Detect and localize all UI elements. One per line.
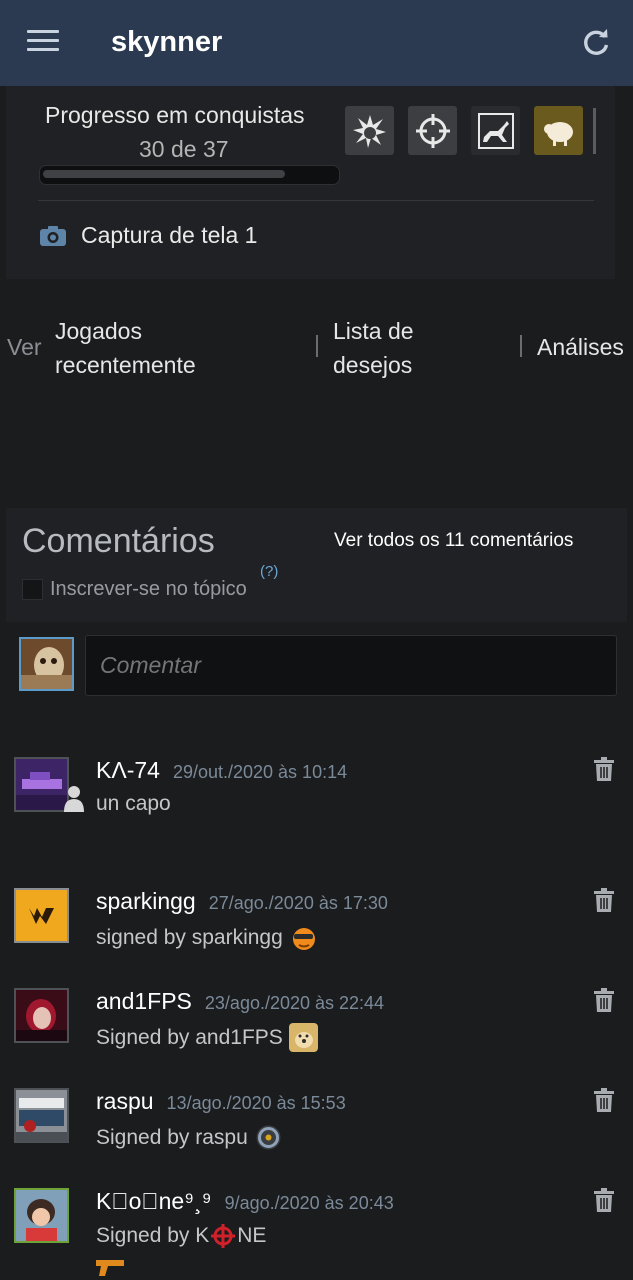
screenshots-label: Captura de tela 1 — [81, 222, 258, 248]
sheep-badge[interactable] — [534, 106, 583, 155]
comment-header: KΛ-74 29/out./2020 às 10:14 — [96, 757, 347, 784]
emoticon-icon — [292, 928, 315, 950]
avatar[interactable] — [14, 757, 69, 812]
nav-reviews[interactable]: Análises — [537, 330, 624, 364]
comment-body: Signed by and1FPS — [96, 1025, 283, 1049]
avatar — [19, 637, 74, 691]
deer-badge[interactable] — [471, 106, 520, 155]
wheel-emoticon-icon — [256, 1125, 281, 1150]
trash-icon[interactable] — [594, 757, 614, 781]
avatar[interactable] — [14, 988, 69, 1043]
comment-author[interactable]: sparkingg — [96, 888, 196, 915]
comment-date: 23/ago./2020 às 22:44 — [204, 993, 385, 1013]
comments-header-panel: Comentários Ver todos os 11 comentários … — [6, 508, 627, 622]
help-icon[interactable]: (?) — [260, 563, 278, 580]
comment-body: signed by sparkingg — [96, 925, 283, 949]
comment-author[interactable]: Kᷧoᷢne⁹¸⁹ — [96, 1188, 212, 1215]
pistol-emoticon-icon — [96, 1260, 124, 1276]
comment-date: 13/ago./2020 às 15:53 — [166, 1093, 346, 1113]
comment-body: Signed by raspu — [96, 1125, 248, 1149]
comment-text: Signed by and1FPS — [96, 1023, 318, 1052]
subscribe-label: Inscrever-se no tópico — [50, 578, 247, 600]
comment-date: 9/ago./2020 às 20:43 — [224, 1193, 394, 1213]
user-status-icon — [64, 786, 84, 812]
doge-emoticon-icon — [288, 1023, 318, 1052]
nav-recently-played[interactable]: Jogados recentemente — [55, 314, 196, 382]
comment-header: sparkingg 27/ago./2020 às 17:30 — [96, 888, 388, 915]
achievements-panel: Progresso em conquistas 30 de 37 Captura… — [6, 86, 615, 279]
nav-separator — [316, 335, 318, 357]
comment-date: 27/ago./2020 às 17:30 — [208, 893, 388, 913]
crosshair-badge[interactable] — [408, 106, 457, 155]
avatar[interactable] — [14, 1188, 69, 1243]
badges-separator — [593, 108, 596, 154]
screenshots-link[interactable]: Captura de tela 1 — [39, 222, 257, 249]
app-title: skynner — [111, 26, 223, 58]
top-bar: skynner — [0, 0, 633, 86]
nav-wishlist-line2: desejos — [333, 352, 413, 378]
menu-icon[interactable] — [27, 30, 59, 54]
comment-author[interactable]: raspu — [96, 1088, 154, 1115]
nav-separator — [520, 335, 522, 357]
nav-wishlist[interactable]: Lista de desejos — [333, 314, 414, 382]
divider — [38, 200, 594, 201]
nav-recent-line1: Jogados — [55, 318, 142, 344]
trash-icon[interactable] — [594, 888, 614, 912]
crosshair-glyph-icon — [211, 1224, 236, 1248]
comment-header: Kᷧoᷢne⁹¸⁹ 9/ago./2020 às 20:43 — [96, 1188, 394, 1215]
subscribe-row[interactable]: Inscrever-se no tópico — [22, 578, 247, 601]
comment-date: 29/out./2020 às 10:14 — [172, 762, 348, 782]
comment-text: Signed by K NE — [96, 1223, 266, 1249]
refresh-icon[interactable] — [581, 28, 611, 58]
trash-icon[interactable] — [594, 988, 614, 1012]
achievements-title[interactable]: Progresso em conquistas — [45, 102, 305, 129]
comment-text: un capo — [96, 792, 171, 816]
comment-author[interactable]: KΛ-74 — [96, 757, 160, 784]
trash-icon[interactable] — [594, 1188, 614, 1212]
comment-author[interactable]: and1FPS — [96, 988, 192, 1015]
comment-body: un capo — [96, 792, 171, 815]
comment-header: and1FPS 23/ago./2020 às 22:44 — [96, 988, 384, 1015]
comment-text: signed by sparkingg — [96, 923, 318, 952]
profile-nav-links: Ver Jogados recentemente Lista de desejo… — [0, 312, 633, 382]
comment-text: Signed by raspu — [96, 1123, 283, 1152]
comments-title: Comentários — [22, 522, 215, 560]
nav-ver-label: Ver — [7, 334, 42, 360]
trash-icon[interactable] — [594, 1088, 614, 1112]
view-all-comments-link[interactable]: Ver todos os 11 comentários — [334, 530, 573, 552]
avatar[interactable] — [14, 1088, 69, 1143]
nav-wishlist-line1: Lista de — [333, 318, 414, 344]
subscribe-checkbox[interactable] — [22, 579, 43, 600]
comment-header: raspu 13/ago./2020 às 15:53 — [96, 1088, 346, 1115]
nav-recent-line2: recentemente — [55, 352, 196, 378]
comment-body: Signed by K — [96, 1224, 210, 1247]
skull-splash-badge[interactable] — [345, 106, 394, 155]
avatar[interactable] — [14, 888, 69, 943]
achievements-progress-fill — [43, 170, 286, 178]
camera-icon — [40, 225, 66, 246]
achievements-progress-bar — [39, 165, 340, 185]
comment-input[interactable] — [85, 635, 617, 696]
achievement-badges — [345, 106, 583, 155]
comment-body-suffix: NE — [237, 1224, 267, 1247]
achievements-count: 30 de 37 — [139, 136, 229, 162]
